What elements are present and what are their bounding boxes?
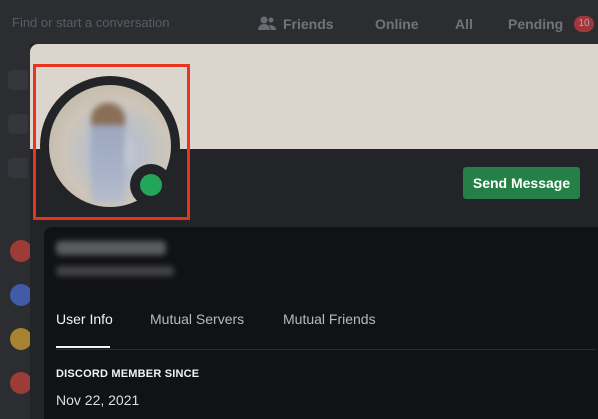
tab-mutual-servers[interactable]: Mutual Servers	[150, 311, 244, 327]
avatar-highlight-box	[33, 64, 190, 220]
friends-icon	[258, 16, 276, 30]
active-tab-underline	[56, 346, 110, 348]
dm-sidebar	[0, 44, 32, 419]
send-message-button[interactable]: Send Message	[463, 167, 580, 199]
friends-title: Friends	[283, 16, 334, 32]
display-name-blurred	[56, 241, 166, 255]
tab-all[interactable]: All	[455, 16, 473, 32]
user-profile-modal: Send Message User Info Mutual Servers Mu…	[30, 44, 598, 419]
pending-count-badge: 10	[574, 16, 594, 32]
conversation-search-input[interactable]: Find or start a conversation	[8, 10, 242, 36]
profile-body: User Info Mutual Servers Mutual Friends …	[44, 227, 598, 419]
dm-avatar[interactable]	[10, 372, 32, 394]
dm-avatar[interactable]	[10, 328, 32, 350]
dm-avatar[interactable]	[10, 240, 32, 262]
dm-avatar[interactable]	[10, 284, 32, 306]
tab-pending[interactable]: Pending	[508, 16, 563, 32]
friends-nav-icon[interactable]	[8, 70, 28, 90]
profile-tabs: User Info Mutual Servers Mutual Friends	[56, 304, 596, 350]
username-blurred	[56, 266, 174, 276]
member-since-date: Nov 22, 2021	[56, 392, 140, 408]
tab-mutual-friends[interactable]: Mutual Friends	[283, 311, 376, 327]
member-since-heading: DISCORD MEMBER SINCE	[56, 368, 200, 380]
nitro-nav-icon[interactable]	[8, 114, 28, 134]
friends-header-bar: Find or start a conversation Friends Onl…	[0, 0, 598, 44]
tab-online[interactable]: Online	[375, 16, 419, 32]
tab-user-info[interactable]: User Info	[56, 311, 113, 327]
shop-nav-icon[interactable]	[8, 158, 28, 178]
